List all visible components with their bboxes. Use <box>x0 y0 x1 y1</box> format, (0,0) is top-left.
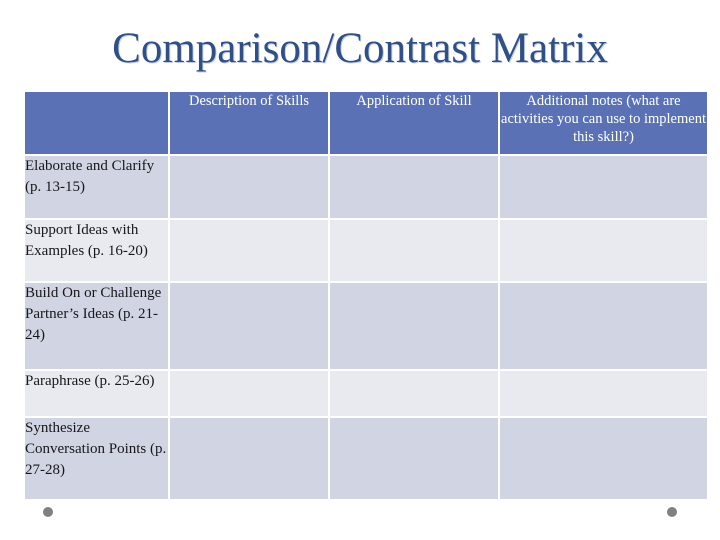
cell-skill: Build On or Challenge Partner’s Ideas (p… <box>25 283 168 369</box>
cell-notes[interactable] <box>500 418 707 499</box>
cell-description[interactable] <box>170 220 328 281</box>
cell-application[interactable] <box>330 283 498 369</box>
cell-description[interactable] <box>170 283 328 369</box>
cell-description[interactable] <box>170 156 328 218</box>
table-row: Elaborate and Clarify (p. 13-15) <box>25 156 707 218</box>
slide-canvas: Comparison/Contrast Matrix Description o… <box>0 0 720 540</box>
comparison-contrast-matrix-table: Description of Skills Application of Ski… <box>23 90 709 501</box>
table-row: Paraphrase (p. 25-26) <box>25 371 707 416</box>
cell-application[interactable] <box>330 371 498 416</box>
cell-skill: Paraphrase (p. 25-26) <box>25 371 168 416</box>
page-title: Comparison/Contrast Matrix <box>112 25 608 72</box>
bullet-dot-right-icon <box>667 507 677 517</box>
column-header-description: Description of Skills <box>170 92 328 154</box>
cell-skill: Synthesize Conversation Points (p. 27-28… <box>25 418 168 499</box>
table-row: Support Ideas with Examples (p. 16-20) <box>25 220 707 281</box>
table-row: Build On or Challenge Partner’s Ideas (p… <box>25 283 707 369</box>
table-row: Synthesize Conversation Points (p. 27-28… <box>25 418 707 499</box>
column-header-application: Application of Skill <box>330 92 498 154</box>
cell-application[interactable] <box>330 418 498 499</box>
cell-notes[interactable] <box>500 156 707 218</box>
cell-application[interactable] <box>330 220 498 281</box>
cell-notes[interactable] <box>500 371 707 416</box>
cell-notes[interactable] <box>500 220 707 281</box>
column-header-notes: Additional notes (what are activities yo… <box>500 92 707 154</box>
column-header-skill <box>25 92 168 154</box>
cell-skill: Elaborate and Clarify (p. 13-15) <box>25 156 168 218</box>
cell-application[interactable] <box>330 156 498 218</box>
bullet-dot-left-icon <box>43 507 53 517</box>
cell-description[interactable] <box>170 371 328 416</box>
cell-notes[interactable] <box>500 283 707 369</box>
cell-description[interactable] <box>170 418 328 499</box>
table-header-row: Description of Skills Application of Ski… <box>25 92 707 154</box>
cell-skill: Support Ideas with Examples (p. 16-20) <box>25 220 168 281</box>
